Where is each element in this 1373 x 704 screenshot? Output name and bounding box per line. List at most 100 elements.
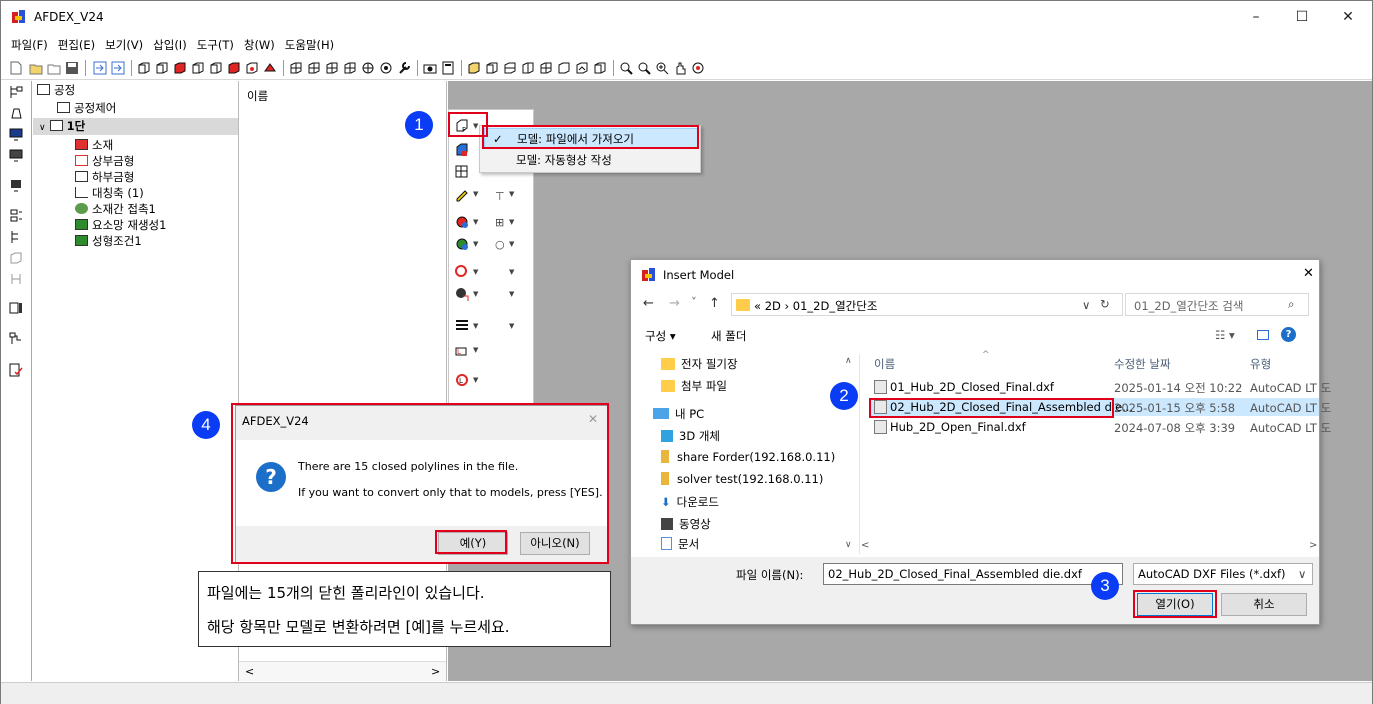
view-rotate-icon[interactable] xyxy=(593,61,607,75)
menu-item-auto-shape[interactable]: 모델: 자동형상 작성 xyxy=(484,150,698,170)
scroll-down-icon[interactable]: ∨ xyxy=(845,540,852,550)
dropdown-arrow-icon[interactable]: ▼ xyxy=(509,268,514,276)
menu-help[interactable]: 도움말(H) xyxy=(285,34,334,53)
horizontal-scrollbar[interactable]: < > xyxy=(239,661,446,681)
recent-dropdown-icon[interactable]: ˅ xyxy=(691,295,697,309)
nav-item-downloads[interactable]: ⬇ 다운로드 xyxy=(661,494,719,510)
calculator-icon[interactable] xyxy=(441,61,455,75)
view-right-icon[interactable] xyxy=(575,61,589,75)
wrench-icon[interactable] xyxy=(397,61,411,75)
open-file-icon[interactable] xyxy=(29,61,43,75)
close-button[interactable]: ✕ xyxy=(1325,1,1371,33)
die-upper-icon[interactable] xyxy=(137,61,151,75)
tree-view-icon[interactable] xyxy=(9,85,23,99)
view-options-icon[interactable]: ☷ ▾ xyxy=(1215,328,1235,342)
time-tool-icon[interactable]: L xyxy=(454,342,470,358)
model-red-icon[interactable] xyxy=(454,142,470,158)
tree-item-remesh[interactable]: 요소망 재생성1 xyxy=(75,218,166,232)
edit-model-icon[interactable] xyxy=(454,186,470,202)
monitor-icon[interactable] xyxy=(9,127,23,141)
pin-icon[interactable]: ⊤ xyxy=(495,190,505,203)
up-arrow-icon[interactable]: ↑ xyxy=(709,296,720,311)
hierarchy-icon[interactable] xyxy=(9,230,23,244)
preview-pane-icon[interactable] xyxy=(1257,330,1269,340)
die5-icon[interactable] xyxy=(263,61,277,75)
menu-view[interactable]: 보기(V) xyxy=(105,34,143,53)
dropdown-arrow-icon[interactable]: ▼ xyxy=(509,290,514,298)
dialog-close-button[interactable]: ✕ xyxy=(1303,266,1314,281)
contact-tool-icon[interactable] xyxy=(454,214,470,230)
organize-button[interactable]: 구성 ▾ xyxy=(645,328,676,344)
nav-item-solver-test[interactable]: solver test(192.168.0.11) xyxy=(661,472,823,486)
cube-outline-icon[interactable] xyxy=(9,251,23,265)
dropdown-arrow-icon[interactable]: ▼ xyxy=(509,190,514,198)
panel-icon[interactable] xyxy=(9,301,23,315)
die3-icon[interactable] xyxy=(227,61,241,75)
import-icon[interactable] xyxy=(93,61,107,75)
view-iso-icon[interactable] xyxy=(467,61,481,75)
zoom-in-icon[interactable] xyxy=(619,61,633,75)
search-icon[interactable]: ⌕ xyxy=(1288,297,1294,312)
monitor2-icon[interactable] xyxy=(9,148,23,162)
column-header-modified[interactable]: 수정한 날짜 xyxy=(1114,356,1171,372)
mesh2-icon[interactable] xyxy=(307,61,321,75)
nav-item-share-folder[interactable]: share Forder(192.168.0.11) xyxy=(661,450,835,464)
zoom-fit-icon[interactable] xyxy=(655,61,669,75)
chevron-down-icon[interactable]: ∨ xyxy=(1298,567,1306,581)
column-icon[interactable] xyxy=(9,272,23,286)
rotate-view-icon[interactable] xyxy=(691,61,705,75)
die-icon[interactable] xyxy=(191,61,205,75)
tree-root-process[interactable]: 공정 xyxy=(37,83,75,97)
dropdown-arrow-icon[interactable]: ▼ xyxy=(473,346,478,354)
process-icon[interactable] xyxy=(9,106,23,120)
menu-edit[interactable]: 편집(E) xyxy=(58,34,95,53)
die4-icon[interactable] xyxy=(245,61,259,75)
contact-tool2-icon[interactable] xyxy=(454,236,470,252)
open-model-icon[interactable] xyxy=(47,61,61,75)
tree-item-symmetry-axis[interactable]: 대칭축 (1) xyxy=(75,186,144,200)
scroll-right-icon[interactable]: > xyxy=(1309,540,1317,551)
link-icon[interactable] xyxy=(9,332,23,346)
new-folder-button[interactable]: 새 폴더 xyxy=(711,328,746,344)
mesh4-icon[interactable] xyxy=(343,61,357,75)
address-dropdown-icon[interactable]: ∨ xyxy=(1082,298,1090,312)
tree-item-material[interactable]: 소재 xyxy=(75,138,113,152)
search-input[interactable]: 01_2D_열간단조 검색 ⌕ xyxy=(1125,293,1309,316)
mesh6-icon[interactable] xyxy=(379,61,393,75)
nav-item-my-pc[interactable]: 내 PC xyxy=(653,406,704,422)
dropdown-arrow-icon[interactable]: ▼ xyxy=(473,376,478,384)
view-top-icon[interactable] xyxy=(521,61,535,75)
back-arrow-icon[interactable]: ← xyxy=(643,296,654,311)
scroll-right-icon[interactable]: > xyxy=(431,665,440,678)
nav-item-3d-objects[interactable]: 3D 개체 xyxy=(661,428,720,444)
view-bottom-icon[interactable] xyxy=(539,61,553,75)
view-front-icon[interactable] xyxy=(485,61,499,75)
layers-icon[interactable] xyxy=(9,209,23,223)
save-icon[interactable] xyxy=(65,61,79,75)
dropdown-arrow-icon[interactable]: ▼ xyxy=(473,268,478,276)
view-left-icon[interactable] xyxy=(557,61,571,75)
zoom-out-icon[interactable] xyxy=(637,61,651,75)
new-file-icon[interactable] xyxy=(9,61,23,75)
tree-item-lower-die[interactable]: 하부금형 xyxy=(75,170,134,184)
view-back-icon[interactable] xyxy=(503,61,517,75)
address-bar[interactable]: « 2D › 01_2D_열간단조 ∨ ↻ xyxy=(731,293,1123,316)
condition-tool-icon[interactable] xyxy=(454,264,470,280)
dropdown-arrow-icon[interactable]: ▼ xyxy=(473,240,478,248)
dropdown-arrow-icon[interactable]: ▼ xyxy=(473,190,478,198)
nav-item-notebook[interactable]: 전자 필기장 xyxy=(661,356,738,372)
chevron-down-icon[interactable]: ∨ xyxy=(39,123,46,133)
maximize-button[interactable]: ☐ xyxy=(1279,1,1325,33)
menu-insert[interactable]: 삽입(I) xyxy=(153,34,187,53)
dropdown-arrow-icon[interactable]: ▼ xyxy=(473,322,478,330)
forward-arrow-icon[interactable]: → xyxy=(669,296,680,311)
material-icon[interactable] xyxy=(173,61,187,75)
scroll-left-icon[interactable]: < xyxy=(245,665,254,678)
nav-item-attachments[interactable]: 첨부 파일 xyxy=(661,378,727,394)
tree-item-contact[interactable]: 소재간 접촉1 xyxy=(75,202,156,216)
grid-tool-icon[interactable] xyxy=(454,318,470,334)
cancel-button[interactable]: 취소 xyxy=(1221,593,1307,616)
file-type-select[interactable]: AutoCAD DXF Files (*.dxf) ∨ xyxy=(1133,563,1313,585)
scroll-up-icon[interactable]: ∧ xyxy=(845,356,852,366)
mesh5-icon[interactable] xyxy=(361,61,375,75)
